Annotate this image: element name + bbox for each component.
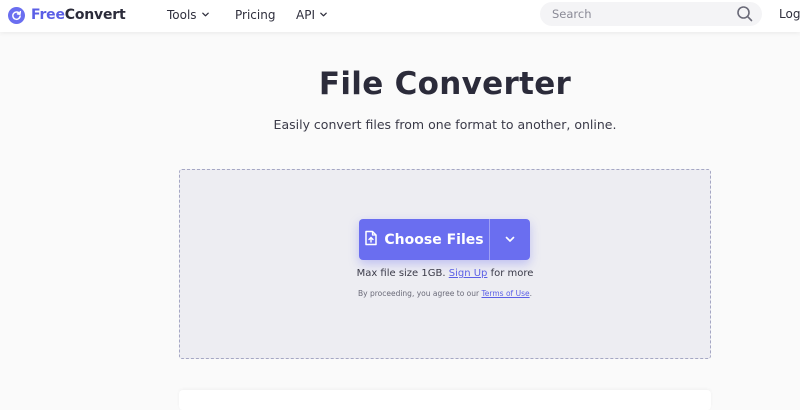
chevron-down-icon <box>319 8 328 22</box>
chevron-down-icon <box>504 230 516 249</box>
nav-tools[interactable]: Tools <box>167 8 210 22</box>
logo-text-convert: Convert <box>64 7 126 23</box>
max-file-size-note: Max file size 1GB. Sign Up for more <box>180 268 710 279</box>
nav-api-label: API <box>296 8 315 22</box>
logo-text-free: Free <box>31 7 65 23</box>
file-upload-icon <box>364 230 378 250</box>
logo-refresh-icon <box>8 6 25 24</box>
freeconvert-logo[interactable]: FreeConvert <box>8 5 126 25</box>
chevron-down-icon <box>201 8 210 22</box>
nav-tools-label: Tools <box>167 8 197 22</box>
login-link[interactable]: Log <box>779 7 800 21</box>
content-card <box>179 390 711 410</box>
choose-files-dropdown[interactable] <box>490 219 530 260</box>
search-input[interactable]: Search <box>540 2 762 26</box>
choose-files-main[interactable]: Choose Files <box>359 219 490 260</box>
page-title: File Converter <box>318 66 572 102</box>
choose-files-button[interactable]: Choose Files <box>359 219 530 260</box>
terms-suffix: . <box>529 289 532 298</box>
file-drop-zone[interactable]: Choose Files Max file size 1GB. Sign Up … <box>179 169 711 359</box>
page-subtitle: Easily convert files from one format to … <box>273 117 617 132</box>
search-icon[interactable] <box>736 5 754 27</box>
sign-up-link[interactable]: Sign Up <box>449 268 488 279</box>
top-header: FreeConvert Tools Pricing API Search Log <box>0 0 800 32</box>
max-size-suffix: for more <box>490 268 534 279</box>
terms-note: By proceeding, you agree to our Terms of… <box>180 289 710 298</box>
nav-pricing[interactable]: Pricing <box>235 8 275 22</box>
max-size-text: Max file size 1GB. <box>356 268 446 279</box>
search-placeholder: Search <box>552 7 592 21</box>
terms-prefix: By proceeding, you agree to our <box>358 289 480 298</box>
nav-api[interactable]: API <box>296 8 328 22</box>
nav-pricing-label: Pricing <box>235 8 276 22</box>
terms-of-use-link[interactable]: Terms of Use <box>482 289 530 298</box>
logo-text: FreeConvert <box>31 7 126 23</box>
choose-files-label: Choose Files <box>384 231 484 248</box>
